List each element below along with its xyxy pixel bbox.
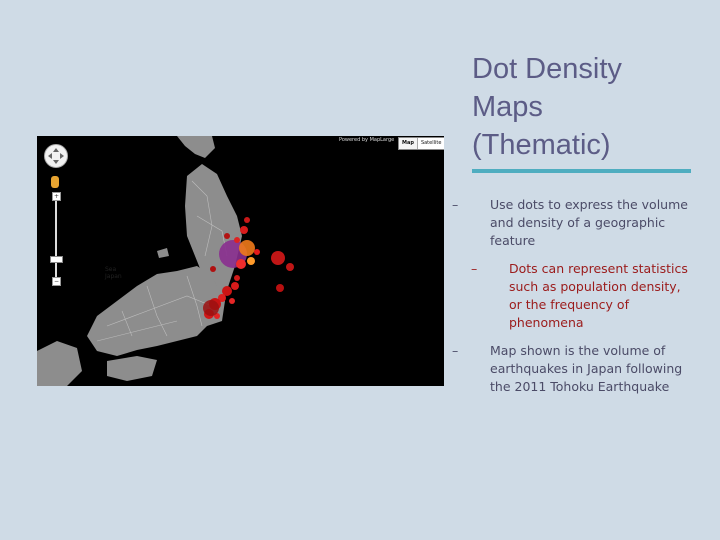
japan-land-map — [37, 136, 294, 386]
bullet-item: – Map shown is the volume of earthquakes… — [452, 342, 692, 396]
pan-control-icon[interactable] — [44, 144, 68, 168]
bullet-dash: – — [471, 261, 478, 276]
title-line: Dot Density — [472, 53, 622, 85]
bullet-dash: – — [452, 197, 459, 212]
slide-title: Dot Density Maps (Thematic) — [472, 50, 702, 164]
title-underline-rule — [472, 169, 691, 173]
bullet-text: Map shown is the volume of earthquakes i… — [490, 343, 683, 394]
pegman-icon[interactable] — [51, 176, 59, 188]
title-line: (Thematic) — [472, 129, 611, 161]
map-type-satellite-button[interactable]: Satellite — [418, 138, 444, 149]
map-type-toggle: Map Satellite — [398, 137, 444, 150]
earthquake-map[interactable]: Powered by MapLarge Map Satellite + − Se… — [37, 136, 444, 386]
bullet-dash: – — [452, 343, 459, 358]
zoom-slider-handle[interactable] — [50, 256, 63, 263]
zoom-out-icon[interactable]: − — [52, 277, 61, 286]
zoom-slider-track[interactable] — [55, 194, 57, 284]
sub-bullet-item: – Dots can represent statistics such as … — [471, 260, 691, 332]
title-line: Maps — [472, 91, 543, 123]
slide: Powered by MapLarge Map Satellite + − Se… — [0, 0, 720, 540]
map-label-japan: Japan — [105, 273, 122, 280]
map-attribution: Powered by MapLarge — [339, 137, 395, 143]
zoom-in-icon[interactable]: + — [52, 192, 61, 201]
bullet-text: Use dots to express the volume and densi… — [490, 197, 688, 248]
bullet-item: – Use dots to express the volume and den… — [452, 196, 692, 250]
map-type-map-button[interactable]: Map — [399, 138, 418, 149]
map-label-sea: Sea — [105, 266, 117, 273]
bullet-text: Dots can represent statistics such as po… — [509, 261, 688, 330]
